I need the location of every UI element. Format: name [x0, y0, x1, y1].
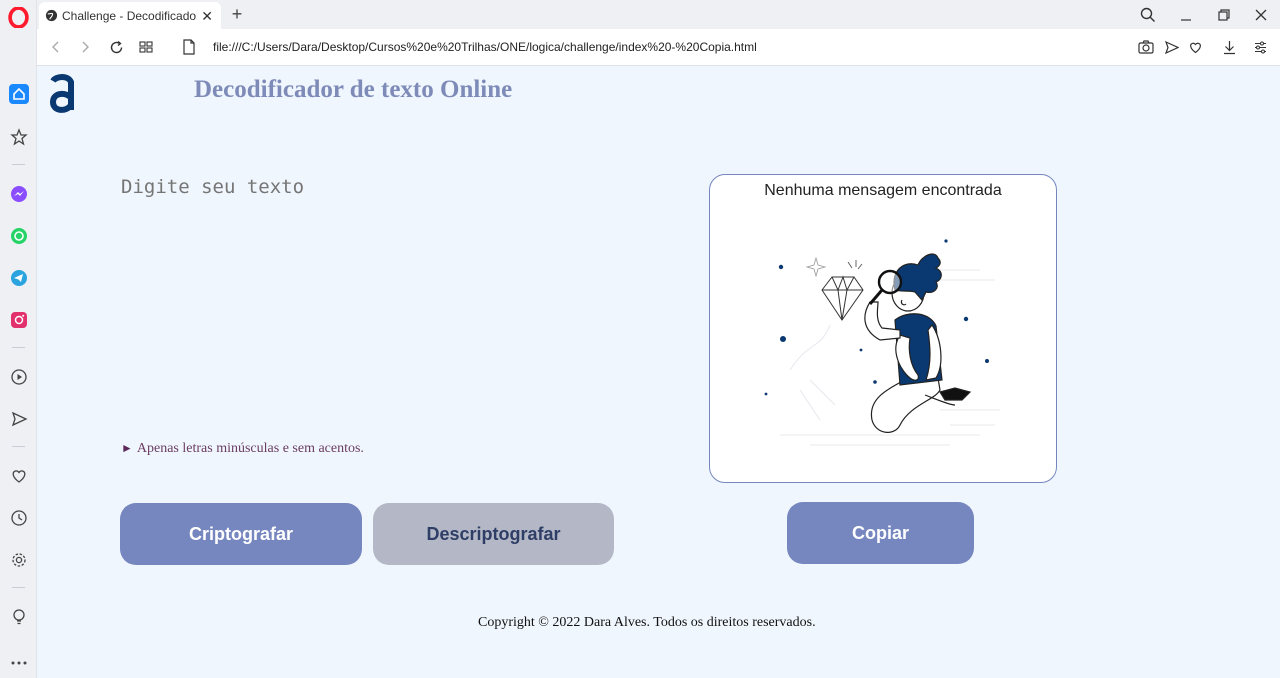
back-icon[interactable] [46, 37, 66, 57]
lightbulb-icon[interactable] [8, 606, 29, 627]
restore-icon[interactable] [1212, 4, 1236, 26]
more-icon[interactable] [8, 652, 29, 673]
reload-icon[interactable] [106, 37, 126, 57]
telegram-icon[interactable] [8, 267, 29, 288]
browser-sidebar [0, 0, 37, 678]
hint-marker: ► [121, 441, 133, 455]
camera-icon[interactable] [1137, 38, 1155, 56]
hint-text: ► Apenas letras minúsculas e sem acentos. [121, 441, 364, 457]
history-icon[interactable] [8, 507, 29, 528]
easy-setup-icon[interactable] [1251, 38, 1269, 56]
page-content: Decodificador de texto Online ►Apenas le… [37, 66, 1280, 678]
tab-bar: Challenge - Decodificador ✕ + [37, 0, 1280, 29]
globe-icon [45, 9, 58, 22]
home-icon[interactable] [8, 83, 29, 104]
output-panel: Nenhuma mensagem encontrada [709, 174, 1057, 483]
whatsapp-icon[interactable] [8, 225, 29, 246]
send-icon[interactable] [8, 408, 29, 429]
messenger-icon[interactable] [8, 183, 29, 204]
tab-challenge[interactable]: Challenge - Decodificador ✕ [39, 2, 221, 29]
alura-logo-icon [49, 74, 74, 113]
copy-button[interactable]: Copiar [787, 502, 974, 564]
hint-label: Apenas letras minúsculas e sem acentos. [136, 441, 364, 456]
close-window-icon[interactable] [1249, 4, 1273, 26]
address-bar: file:///C:/Users/Dara/Desktop/Cursos%20e… [37, 29, 1280, 66]
minimize-icon[interactable] [1174, 4, 1198, 26]
new-tab-button[interactable]: + [227, 4, 247, 24]
text-input[interactable] [121, 176, 641, 436]
settings-icon[interactable] [8, 549, 29, 570]
opera-logo-icon[interactable] [8, 7, 29, 28]
page-title: Decodificador de texto Online [194, 76, 513, 103]
encrypt-button[interactable]: Criptografar [120, 503, 362, 565]
instagram-icon[interactable] [8, 309, 29, 330]
bookmark-heart-icon[interactable] [1186, 38, 1204, 56]
decrypt-button[interactable]: Descriptografar [373, 503, 614, 565]
close-tab-icon[interactable]: ✕ [201, 8, 213, 25]
copyright-text: Copyright © 2022 Dara Alves. Todos os di… [478, 615, 816, 630]
download-icon[interactable] [1220, 38, 1238, 56]
url-field[interactable]: file:///C:/Users/Dara/Desktop/Cursos%20e… [213, 40, 757, 54]
no-message-title: Nenhuma mensagem encontrada [764, 182, 1002, 199]
send-page-icon[interactable] [1162, 38, 1180, 56]
heart-icon[interactable] [8, 465, 29, 486]
search-tabs-icon[interactable] [1136, 4, 1160, 26]
tab-grid-icon[interactable] [136, 37, 156, 57]
speed-dial-icon[interactable] [8, 126, 29, 147]
forward-icon[interactable] [75, 37, 95, 57]
file-icon [179, 37, 199, 57]
tab-title: Challenge - Decodificador [62, 8, 197, 23]
searching-person-illustration [764, 239, 1000, 446]
player-icon[interactable] [8, 366, 29, 387]
